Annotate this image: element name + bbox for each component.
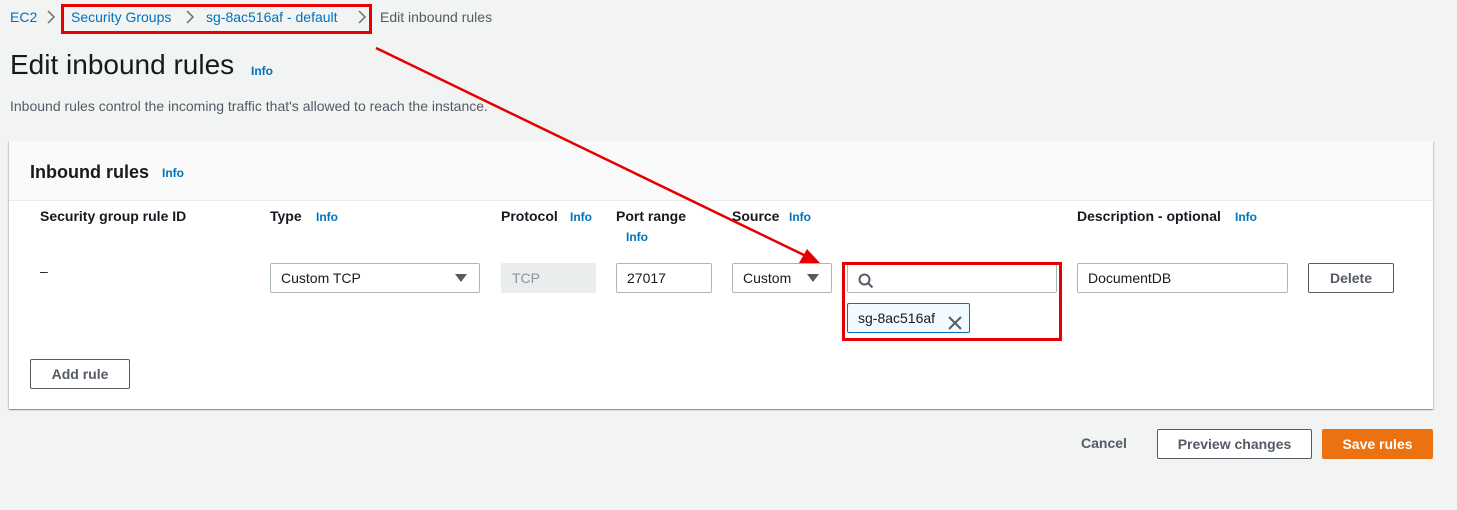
- annotation-arrow: [375, 46, 820, 263]
